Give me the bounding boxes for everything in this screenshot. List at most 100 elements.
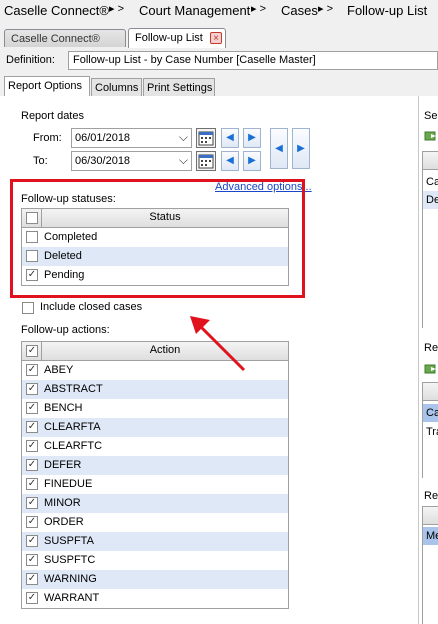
action-checkbox[interactable]: ✓ (26, 554, 38, 566)
add-icon[interactable] (424, 130, 438, 142)
grid-border (422, 152, 423, 328)
prev-to-icon[interactable]: ◀ (221, 151, 239, 171)
prev-range-icon[interactable]: ◀ (270, 128, 288, 169)
actions-grid: ✓ Action ✓ ABEY ✓ ABSTRACT ✓ BENCH ✓ CLEARFT… (21, 341, 289, 609)
chevron-down-icon[interactable]: ⌵ (179, 153, 188, 168)
select-all-actions-checkbox[interactable]: ✓ (26, 345, 38, 357)
definition-label: Definition: (6, 54, 55, 66)
action-label: WARNING (44, 573, 97, 585)
to-calendar-icon[interactable] (196, 151, 216, 171)
report-label: Rep (424, 490, 438, 502)
action-checkbox[interactable]: ✓ (26, 497, 38, 509)
next-from-icon[interactable]: ▶ (243, 128, 261, 148)
action-checkbox[interactable]: ✓ (26, 402, 38, 414)
breadcrumb-item-cases[interactable]: Cases (281, 3, 318, 18)
tab-follow-up-list[interactable]: Follow-up List × (128, 28, 226, 48)
list-item[interactable]: ✓ ABSTRACT (22, 380, 288, 399)
grid-header (422, 506, 438, 525)
list-item[interactable]: ✓ WARRANT (22, 589, 288, 608)
list-item[interactable]: De (426, 194, 438, 206)
tab-label: Follow-up List (135, 32, 203, 44)
tab-print-settings[interactable]: Print Settings (143, 78, 215, 96)
report-dates-title: Report dates (21, 110, 84, 122)
add-icon[interactable] (424, 363, 438, 375)
tab-label: Caselle Connect® (11, 33, 100, 45)
document-tabstrip: Caselle Connect® Follow-up List × (0, 26, 438, 49)
breadcrumb-separator-icon: ▸ > (251, 3, 267, 15)
list-item[interactable]: ✓ SUSPFTA (22, 532, 288, 551)
list-item[interactable]: ✓ CLEARFTA (22, 418, 288, 437)
action-label: CLEARFTA (44, 421, 101, 433)
prev-from-icon[interactable]: ◀ (221, 128, 239, 148)
next-to-icon[interactable]: ▶ (243, 151, 261, 171)
report-options-panel: Report dates From: 06/01/2018 ⌵ ◀ ▶ ◀ ▶ … (0, 96, 418, 624)
action-checkbox[interactable]: ✓ (26, 573, 38, 585)
breadcrumb-item-home[interactable]: Caselle Connect® (4, 3, 109, 18)
action-checkbox[interactable]: ✓ (26, 364, 38, 376)
include-closed-label: Include closed cases (40, 301, 143, 313)
list-item[interactable]: ✓ ORDER (22, 513, 288, 532)
close-icon[interactable]: × (210, 32, 222, 44)
include-closed-checkbox[interactable] (22, 302, 34, 314)
from-date-field[interactable]: 06/01/2018 ⌵ (71, 128, 192, 148)
from-calendar-icon[interactable] (196, 128, 216, 148)
list-item[interactable]: ✓ DEFER (22, 456, 288, 475)
action-checkbox[interactable]: ✓ (26, 421, 38, 433)
grid-border (422, 383, 423, 478)
action-label: SUSPFTA (44, 535, 94, 547)
list-item[interactable]: ✓ FINEDUE (22, 475, 288, 494)
from-label: From: (33, 132, 62, 144)
action-label: ORDER (44, 516, 84, 528)
annotation-arrow-icon (190, 316, 246, 372)
action-checkbox[interactable]: ✓ (26, 478, 38, 490)
action-label: BENCH (44, 402, 83, 414)
action-checkbox[interactable]: ✓ (26, 440, 38, 452)
tab-columns[interactable]: Columns (91, 78, 142, 96)
tab-label: Print Settings (147, 82, 213, 94)
list-item[interactable]: ✓ BENCH (22, 399, 288, 418)
breadcrumb-separator-icon: ▸ > (318, 3, 334, 15)
action-checkbox[interactable]: ✓ (26, 592, 38, 604)
list-item[interactable]: ✓ WARNING (22, 570, 288, 589)
tab-caselle-connect[interactable]: Caselle Connect® (4, 29, 126, 47)
next-range-icon[interactable]: ▶ (292, 128, 310, 169)
list-item[interactable]: Ca (426, 176, 438, 188)
action-checkbox[interactable]: ✓ (26, 383, 38, 395)
selection-label: Sel (424, 110, 438, 122)
options-tabstrip: Report Options Columns Print Settings (0, 76, 438, 97)
breadcrumb: Caselle Connect® ▸ > Court Management ▸ … (0, 0, 438, 24)
report-label: Rep (424, 342, 438, 354)
chevron-down-icon[interactable]: ⌵ (179, 130, 188, 145)
action-label: ABSTRACT (44, 383, 103, 395)
actions-title: Follow-up actions: (21, 324, 110, 336)
breadcrumb-item-court-management[interactable]: Court Management (139, 3, 250, 18)
to-date-field[interactable]: 06/30/2018 ⌵ (71, 151, 192, 171)
action-label: WARRANT (44, 592, 100, 604)
grid-border (422, 507, 423, 624)
to-date-value: 06/30/2018 (75, 155, 131, 167)
action-checkbox[interactable]: ✓ (26, 535, 38, 547)
definition-bar: Definition: Follow-up List - by Case Num… (0, 48, 438, 74)
list-item[interactable]: ✓ SUSPFTC (22, 551, 288, 570)
tab-label: Columns (95, 82, 139, 94)
action-checkbox[interactable]: ✓ (26, 516, 38, 528)
list-item[interactable]: ✓ MINOR (22, 494, 288, 513)
breadcrumb-separator-icon: ▸ > (109, 3, 125, 15)
action-label: FINEDUE (44, 478, 93, 490)
action-label: ABEY (44, 364, 74, 376)
grid-header (422, 151, 438, 170)
tab-label: Report Options (8, 80, 82, 92)
action-label: SUSPFTC (44, 554, 96, 566)
list-item[interactable]: ✓ CLEARFTC (22, 437, 288, 456)
grid-header (422, 382, 438, 401)
list-item[interactable]: Tra (426, 426, 438, 438)
action-checkbox[interactable]: ✓ (26, 459, 38, 471)
list-item[interactable]: Ca (426, 407, 438, 419)
list-item[interactable]: Me (426, 530, 438, 542)
definition-field[interactable]: Follow-up List - by Case Number [Caselle… (68, 51, 438, 70)
definition-value: Follow-up List - by Case Number [Caselle… (73, 54, 316, 66)
action-label: DEFER (44, 459, 82, 471)
breadcrumb-item-follow-up-list[interactable]: Follow-up List (347, 3, 427, 18)
from-date-value: 06/01/2018 (75, 132, 131, 144)
tab-report-options[interactable]: Report Options (4, 76, 90, 97)
